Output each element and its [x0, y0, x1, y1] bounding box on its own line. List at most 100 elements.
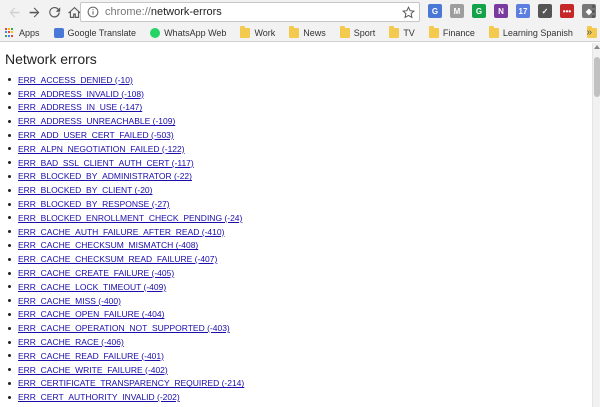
- error-link[interactable]: ERR_ADDRESS_INVALID (-108): [18, 89, 144, 99]
- reload-button[interactable]: [45, 3, 63, 21]
- bookmark-finance[interactable]: Finance: [428, 25, 475, 38]
- bullet-icon: [8, 119, 11, 123]
- reload-icon: [48, 6, 60, 18]
- apps-icon: [5, 27, 15, 38]
- error-list: ERR_ACCESS_DENIED (-10) ERR_ADDRESS_INVAL…: [5, 73, 244, 404]
- bullet-icon: [8, 161, 11, 165]
- whatsapp-icon: [150, 27, 161, 38]
- error-link[interactable]: ERR_CACHE_RACE (-406): [18, 337, 124, 347]
- scroll-up-arrow-icon[interactable]: [594, 45, 600, 49]
- error-link[interactable]: ERR_CACHE_CHECKSUM_MISMATCH (-408): [18, 240, 198, 250]
- folder-icon: [389, 25, 400, 38]
- bullet-icon: [8, 174, 11, 178]
- bookmark-label: TV: [403, 27, 415, 38]
- onenote-extension-icon[interactable]: N: [494, 4, 508, 18]
- bullet-icon: [8, 257, 11, 261]
- bookmark-sport[interactable]: Sport: [339, 25, 375, 38]
- bookmarks-overflow-button[interactable]: »: [586, 27, 592, 38]
- bullet-icon: [8, 216, 11, 220]
- translate-extension-icon[interactable]: G: [428, 4, 442, 18]
- list-item: ERR_CACHE_RACE (-406): [5, 335, 244, 349]
- forward-arrow-icon: [29, 6, 39, 18]
- error-link[interactable]: ERR_BLOCKED_BY_CLIENT (-20): [18, 185, 152, 195]
- error-link[interactable]: ERR_CACHE_WRITE_FAILURE (-402): [18, 365, 168, 375]
- error-link[interactable]: ERR_CACHE_LOCK_TIMEOUT (-409): [18, 282, 166, 292]
- bookmark-label: Finance: [442, 27, 475, 38]
- error-link[interactable]: ERR_CACHE_OPEN_FAILURE (-404): [18, 309, 164, 319]
- folder-icon: [428, 25, 439, 38]
- error-link[interactable]: ERR_CACHE_MISS (-400): [18, 296, 121, 306]
- menu-icon[interactable]: [592, 5, 596, 19]
- error-link[interactable]: ERR_CACHE_AUTH_FAILURE_AFTER_READ (-410): [18, 227, 224, 237]
- url-text[interactable]: chrome://network-errors: [105, 6, 222, 18]
- bullet-icon: [8, 202, 11, 206]
- error-link[interactable]: ERR_CACHE_CREATE_FAILURE (-405): [18, 268, 174, 278]
- scroll-thumb[interactable]: [594, 57, 600, 97]
- error-link[interactable]: ERR_ADD_USER_CERT_FAILED (-503): [18, 130, 174, 140]
- bullet-icon: [8, 312, 11, 316]
- error-link[interactable]: ERR_ACCESS_DENIED (-10): [18, 75, 133, 85]
- error-link[interactable]: ERR_ALPN_NEGOTIATION_FAILED (-122): [18, 144, 185, 154]
- back-button[interactable]: [5, 3, 23, 21]
- bookmark-learning-spanish[interactable]: Learning Spanish: [488, 25, 573, 38]
- extensions-area: G M G N 17 ✓ ••• ◆: [428, 4, 600, 18]
- info-icon[interactable]: [87, 6, 99, 18]
- gmail-extension-icon[interactable]: M: [450, 4, 464, 18]
- bullet-icon: [8, 105, 11, 109]
- url-path: network-errors: [150, 6, 222, 18]
- forward-button[interactable]: [25, 3, 43, 21]
- list-item: ERR_CACHE_LOCK_TIMEOUT (-409): [5, 280, 244, 294]
- bullet-icon: [8, 299, 11, 303]
- bookmark-apps[interactable]: Apps: [5, 27, 40, 38]
- bookmark-news[interactable]: News: [289, 25, 326, 38]
- list-item: ERR_ADDRESS_INVALID (-108): [5, 87, 244, 101]
- list-item: ERR_BLOCKED_BY_CLIENT (-20): [5, 183, 244, 197]
- error-link[interactable]: ERR_ADDRESS_UNREACHABLE (-109): [18, 116, 175, 126]
- error-link[interactable]: ERR_CACHE_OPERATION_NOT_SUPPORTED (-403): [18, 323, 230, 333]
- list-item: ERR_CACHE_WRITE_FAILURE (-402): [5, 363, 244, 377]
- folder-icon: [339, 25, 350, 38]
- bookmark-label: WhatsApp Web: [164, 27, 227, 38]
- bookmark-google-translate[interactable]: Google Translate: [53, 27, 137, 38]
- list-item: ERR_CACHE_OPEN_FAILURE (-404): [5, 308, 244, 322]
- grammarly-extension-icon[interactable]: G: [472, 4, 486, 18]
- home-icon: [67, 6, 81, 18]
- bookmark-tv[interactable]: TV: [389, 25, 415, 38]
- list-item: ERR_CERTIFICATE_TRANSPARENCY_REQUIRED (-…: [5, 377, 244, 391]
- lastpass-extension-icon[interactable]: •••: [560, 4, 574, 18]
- list-item: ERR_CERT_AUTHORITY_INVALID (-202): [5, 390, 244, 404]
- bookmark-whatsapp-web[interactable]: WhatsApp Web: [150, 27, 227, 38]
- bullet-icon: [8, 381, 11, 385]
- error-link[interactable]: ERR_ADDRESS_IN_USE (-147): [18, 102, 142, 112]
- browser-toolbar: chrome://network-errors G M G N 17 ✓ ••• ◆: [0, 0, 600, 24]
- list-item: ERR_ALPN_NEGOTIATION_FAILED (-122): [5, 142, 244, 156]
- bookmark-label: Work: [254, 27, 276, 38]
- folder-icon: [240, 25, 251, 38]
- bookmarks-bar: Apps Google Translate WhatsApp Web Work News…: [0, 24, 600, 42]
- address-bar[interactable]: chrome://network-errors: [80, 2, 420, 22]
- error-link[interactable]: ERR_CERTIFICATE_TRANSPARENCY_REQUIRED (-…: [18, 378, 244, 388]
- list-item: ERR_ADDRESS_IN_USE (-147): [5, 101, 244, 115]
- bookmark-label: Apps: [19, 27, 40, 38]
- error-link[interactable]: ERR_CERT_AUTHORITY_INVALID (-202): [18, 392, 180, 402]
- bullet-icon: [8, 326, 11, 330]
- bullet-icon: [8, 92, 11, 96]
- calendar-extension-icon[interactable]: 17: [516, 4, 530, 18]
- error-link[interactable]: ERR_BLOCKED_ENROLLMENT_CHECK_PENDING (-2…: [18, 213, 242, 223]
- error-link[interactable]: ERR_BLOCKED_BY_RESPONSE (-27): [18, 199, 170, 209]
- bookmark-work[interactable]: Work: [240, 25, 276, 38]
- back-arrow-icon: [9, 6, 19, 18]
- pocket-extension-icon[interactable]: ✓: [538, 4, 552, 18]
- error-link[interactable]: ERR_CACHE_READ_FAILURE (-401): [18, 351, 164, 361]
- bullet-icon: [8, 395, 11, 399]
- vertical-scrollbar[interactable]: [592, 43, 600, 407]
- list-item: ERR_BLOCKED_ENROLLMENT_CHECK_PENDING (-2…: [5, 211, 244, 225]
- error-link[interactable]: ERR_CACHE_CHECKSUM_READ_FAILURE (-407): [18, 254, 217, 264]
- error-link[interactable]: ERR_BLOCKED_BY_ADMINISTRATOR (-22): [18, 171, 192, 181]
- bullet-icon: [8, 285, 11, 289]
- error-link[interactable]: ERR_BAD_SSL_CLIENT_AUTH_CERT (-117): [18, 158, 194, 168]
- list-item: ERR_ACCESS_DENIED (-10): [5, 73, 244, 87]
- bookmark-label: Google Translate: [67, 27, 137, 38]
- bullet-icon: [8, 133, 11, 137]
- bookmark-star-icon[interactable]: [402, 6, 415, 19]
